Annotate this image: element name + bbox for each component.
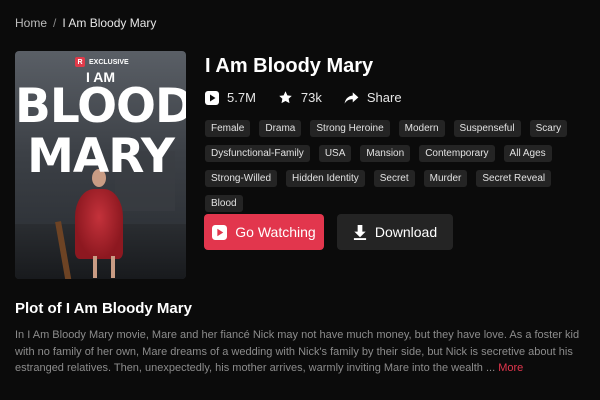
- play-icon: [212, 224, 228, 240]
- download-label: Download: [374, 224, 438, 240]
- go-watching-label: Go Watching: [235, 224, 316, 240]
- plot-description: In I Am Bloody Mary movie, Mare and her …: [15, 327, 600, 377]
- share-icon: [344, 91, 359, 104]
- badge-logo-icon: R: [75, 57, 85, 67]
- download-button[interactable]: Download: [337, 214, 453, 250]
- tag[interactable]: Contemporary: [419, 145, 495, 162]
- tag[interactable]: Modern: [398, 120, 445, 137]
- tag[interactable]: Secret Reveal: [476, 170, 552, 187]
- tag[interactable]: Mansion: [360, 145, 411, 162]
- tag[interactable]: Strong Heroine: [310, 120, 390, 137]
- badge-label: EXCLUSIVE: [89, 58, 129, 66]
- tag[interactable]: Strong-Willed: [205, 170, 278, 187]
- tag[interactable]: USA: [318, 145, 352, 162]
- plays-stat: 5.7M: [205, 90, 256, 105]
- plot-heading: Plot of I Am Bloody Mary: [15, 300, 192, 317]
- download-icon: [353, 224, 366, 240]
- poster-figure-legs: [93, 256, 115, 278]
- tag[interactable]: Female: [205, 120, 251, 137]
- stats-bar: 5.7M 73k Share: [205, 90, 402, 105]
- share-button[interactable]: Share: [344, 90, 402, 105]
- likes-count: 73k: [300, 90, 322, 105]
- poster-title-line3: MARY: [27, 129, 175, 184]
- plot-ellipsis: ...: [486, 362, 496, 374]
- tag[interactable]: Blood: [205, 195, 243, 212]
- poster-figure: [75, 189, 123, 259]
- plays-count: 5.7M: [227, 90, 256, 105]
- exclusive-badge: R EXCLUSIVE: [75, 57, 129, 67]
- share-label: Share: [366, 90, 402, 105]
- poster-title-line2: BLOODY: [15, 79, 186, 134]
- breadcrumb-home-link[interactable]: Home: [15, 16, 47, 30]
- tag[interactable]: Scary: [529, 120, 568, 137]
- go-watching-button[interactable]: Go Watching: [204, 214, 324, 250]
- tag[interactable]: Secret: [373, 170, 415, 187]
- read-more-link[interactable]: More: [498, 362, 523, 374]
- breadcrumb-separator: /: [53, 16, 57, 30]
- breadcrumb: Home / I Am Bloody Mary: [15, 16, 156, 30]
- tag[interactable]: Suspenseful: [453, 120, 521, 137]
- likes-stat[interactable]: 73k: [278, 90, 322, 105]
- play-icon: [205, 90, 219, 105]
- tag-list: Female Drama Strong Heroine Modern Suspe…: [205, 120, 590, 212]
- movie-poster[interactable]: R EXCLUSIVE I AM BLOODY MARY: [15, 51, 186, 279]
- page-title: I Am Bloody Mary: [205, 55, 374, 77]
- tag[interactable]: Murder: [423, 170, 468, 187]
- breadcrumb-current: I Am Bloody Mary: [62, 16, 157, 30]
- tag[interactable]: All Ages: [503, 145, 552, 162]
- tag[interactable]: Drama: [259, 120, 302, 137]
- tag[interactable]: Dysfunctional-Family: [205, 145, 310, 162]
- tag[interactable]: Hidden Identity: [286, 170, 365, 187]
- plot-text: In I Am Bloody Mary movie, Mare and her …: [15, 329, 580, 374]
- star-icon: [279, 91, 292, 104]
